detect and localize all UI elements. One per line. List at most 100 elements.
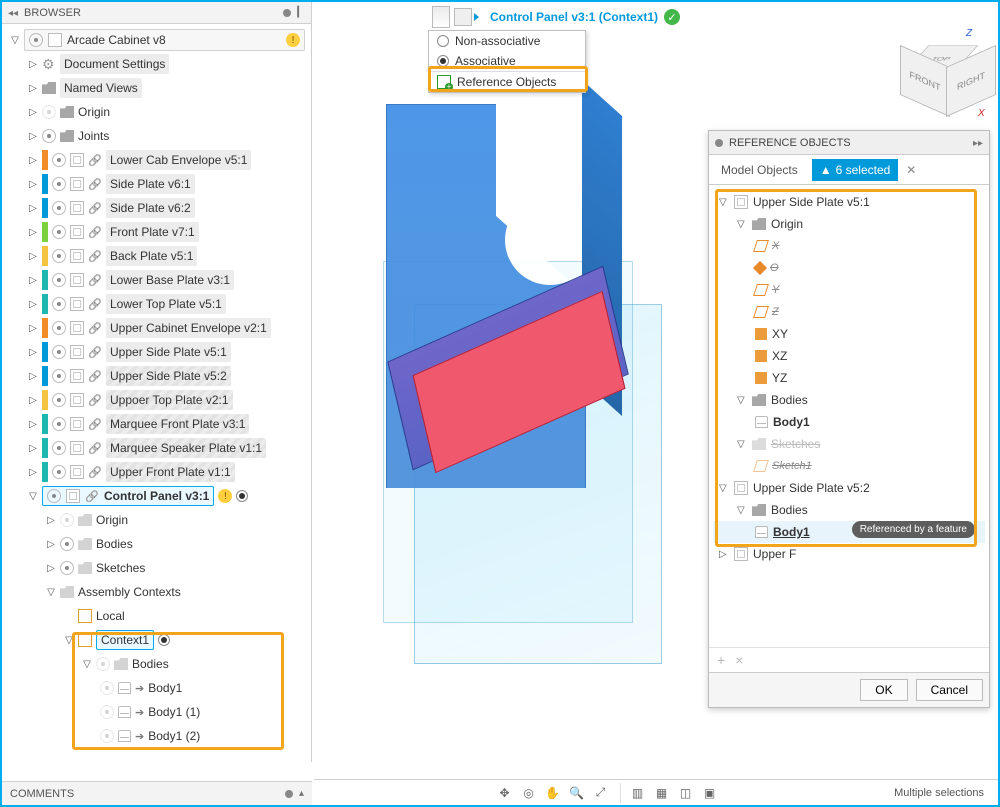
tree-item[interactable]: Local xyxy=(6,604,311,628)
expand-icon[interactable] xyxy=(82,659,92,670)
panel-menu-icon[interactable] xyxy=(715,139,723,147)
tree-item[interactable]: Body1 (2) xyxy=(6,724,311,748)
remove-icon[interactable]: × xyxy=(735,652,743,668)
expand-icon[interactable]: ▴ xyxy=(299,788,304,799)
tree-item-context1[interactable]: Context1 xyxy=(6,628,311,652)
ref-plane[interactable]: XZ xyxy=(713,345,985,367)
panel-pin-icon[interactable]: ▎ xyxy=(297,7,305,18)
expand-icon[interactable] xyxy=(28,323,38,334)
visibility-icon[interactable] xyxy=(42,129,56,143)
expand-icon[interactable] xyxy=(28,275,38,286)
visibility-icon[interactable] xyxy=(52,297,66,311)
visibility-icon[interactable] xyxy=(52,153,66,167)
visibility-icon[interactable] xyxy=(52,249,66,263)
visibility-icon[interactable] xyxy=(52,465,66,479)
display-style-button[interactable]: ▥ xyxy=(627,783,649,803)
ref-item[interactable]: Bodies xyxy=(713,389,985,411)
visibility-icon[interactable] xyxy=(60,513,74,527)
expand-icon[interactable] xyxy=(737,439,747,450)
tree-component[interactable]: Upper Front Plate v1:1 xyxy=(6,460,311,484)
visibility-icon[interactable] xyxy=(52,321,66,335)
tree-item[interactable]: Named Views xyxy=(6,76,311,100)
expand-icon[interactable] xyxy=(28,467,38,478)
reference-tree[interactable]: Upper Side Plate v5:1 Origin X O Y Z XY … xyxy=(709,185,989,647)
warning-icon[interactable]: ! xyxy=(286,33,300,47)
expand-icon[interactable] xyxy=(719,483,729,494)
tab-model-objects[interactable]: Model Objects xyxy=(715,160,804,180)
tree-component[interactable]: Lower Top Plate v5:1 xyxy=(6,292,311,316)
tree-item[interactable]: Joints xyxy=(6,124,311,148)
reference-panel-header[interactable]: REFERENCE OBJECTS xyxy=(709,131,989,155)
tree-item[interactable]: Bodies xyxy=(6,652,311,676)
expand-icon[interactable] xyxy=(28,347,38,358)
radio-icon[interactable] xyxy=(437,35,449,47)
expand-icon[interactable] xyxy=(28,131,38,142)
tree-component[interactable]: Side Plate v6:2 xyxy=(6,196,311,220)
option-non-associative[interactable]: Non-associative xyxy=(429,31,585,51)
collapse-icon[interactable] xyxy=(8,7,18,19)
visibility-icon[interactable] xyxy=(96,657,110,671)
activate-radio-icon[interactable] xyxy=(236,490,248,502)
visibility-icon[interactable] xyxy=(52,225,66,239)
tree-component[interactable]: Back Plate v5:1 xyxy=(6,244,311,268)
visibility-icon[interactable] xyxy=(100,681,114,695)
tree-component[interactable]: Upper Side Plate v5:1 xyxy=(6,340,311,364)
tree-item[interactable]: Document Settings xyxy=(6,52,311,76)
warning-icon[interactable]: ! xyxy=(218,489,232,503)
ref-axis[interactable]: Y xyxy=(713,279,985,301)
visibility-icon[interactable] xyxy=(52,345,66,359)
expand-icon[interactable] xyxy=(28,395,38,406)
ref-plane[interactable]: YZ xyxy=(713,367,985,389)
visibility-icon[interactable] xyxy=(47,489,61,503)
fit-button[interactable]: ⤢ xyxy=(590,783,612,803)
tree-component[interactable]: Marquee Speaker Plate v1:1 xyxy=(6,436,311,460)
expand-icon[interactable] xyxy=(28,419,38,430)
ref-item[interactable]: Upper Side Plate v5:1 xyxy=(713,191,985,213)
expand-icon[interactable] xyxy=(719,197,729,208)
panel-menu-icon[interactable] xyxy=(285,790,293,798)
visibility-icon[interactable] xyxy=(52,441,66,455)
tree-component[interactable]: Lower Cab Envelope v5:1 xyxy=(6,148,311,172)
expand-icon[interactable] xyxy=(46,515,56,526)
visibility-icon[interactable] xyxy=(52,177,66,191)
expand-icon[interactable] xyxy=(28,179,38,190)
radio-icon[interactable] xyxy=(437,55,449,67)
visibility-icon[interactable] xyxy=(100,729,114,743)
expand-icon[interactable] xyxy=(46,563,56,574)
orbit-button[interactable]: ✥ xyxy=(494,783,516,803)
option-associative[interactable]: Associative xyxy=(429,51,585,71)
panel-menu-icon[interactable] xyxy=(283,9,291,17)
tree-item[interactable]: Assembly Contexts xyxy=(6,580,311,604)
tree-component[interactable]: Lower Base Plate v3:1 xyxy=(6,268,311,292)
ref-item[interactable]: Origin xyxy=(713,213,985,235)
tree-component[interactable]: Marquee Front Plate v3:1 xyxy=(6,412,311,436)
tree-item[interactable]: Origin xyxy=(6,508,311,532)
ref-axis[interactable]: Z xyxy=(713,301,985,323)
tree-component[interactable]: Side Plate v6:1 xyxy=(6,172,311,196)
ref-origin[interactable]: O xyxy=(713,257,985,279)
visibility-icon[interactable] xyxy=(52,201,66,215)
expand-icon[interactable] xyxy=(28,59,38,70)
pan-button[interactable]: ✋ xyxy=(542,783,564,803)
visibility-icon[interactable] xyxy=(52,273,66,287)
expand-icon[interactable] xyxy=(64,635,74,646)
viewports-button[interactable]: ▣ xyxy=(699,783,721,803)
expand-icon[interactable] xyxy=(28,203,38,214)
expand-icon[interactable] xyxy=(28,155,38,166)
ref-item[interactable]: Bodies xyxy=(713,499,985,521)
expand-icon[interactable] xyxy=(28,227,38,238)
ref-plane[interactable]: XY xyxy=(713,323,985,345)
tree-item[interactable]: Body1 (1) xyxy=(6,700,311,724)
visibility-icon[interactable] xyxy=(100,705,114,719)
comments-panel-header[interactable]: COMMENTS ▴ xyxy=(2,781,312,805)
expand-icon[interactable] xyxy=(737,219,747,230)
expand-icon[interactable] xyxy=(28,83,38,94)
expand-icon[interactable] xyxy=(10,35,20,46)
tree-item[interactable]: Sketches xyxy=(6,556,311,580)
add-icon[interactable]: + xyxy=(717,652,725,668)
visibility-icon[interactable] xyxy=(42,105,56,119)
tree-component[interactable]: Upper Side Plate v5:2 xyxy=(6,364,311,388)
tree-component[interactable]: Front Plate v7:1 xyxy=(6,220,311,244)
grid-button[interactable]: ▦ xyxy=(651,783,673,803)
context-drag-handle[interactable] xyxy=(432,6,450,28)
